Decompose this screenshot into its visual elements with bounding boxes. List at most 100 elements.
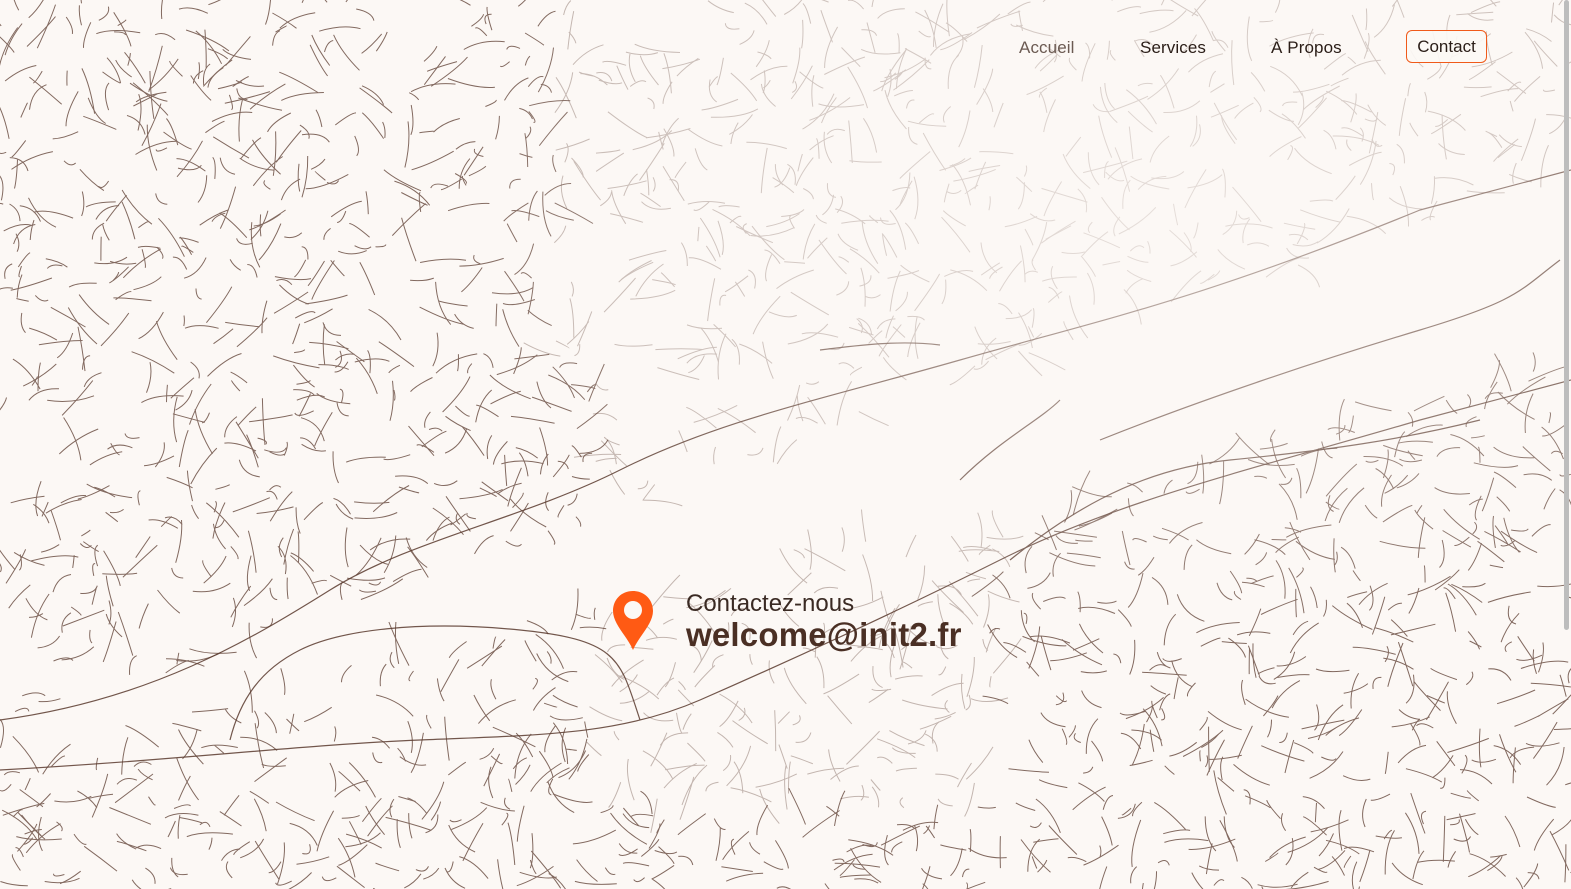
street-line <box>299 124 310 139</box>
contact-email-link[interactable]: welcome@init2.fr <box>686 616 962 654</box>
street-line <box>1490 360 1501 388</box>
street-line <box>0 175 4 201</box>
street-line <box>1154 801 1186 830</box>
street-line <box>1472 521 1478 535</box>
street-line <box>1176 594 1205 622</box>
street-line <box>983 594 990 628</box>
street-line <box>1099 86 1118 123</box>
street-line <box>593 607 596 620</box>
street-line <box>876 738 916 758</box>
street-line <box>432 332 439 367</box>
street-line <box>951 164 971 206</box>
street-line <box>457 354 459 372</box>
street-line <box>249 414 293 423</box>
street-line <box>1159 693 1171 711</box>
street-line <box>20 102 28 118</box>
street-line <box>410 104 414 135</box>
street-line <box>109 807 152 825</box>
street-line <box>1461 754 1468 774</box>
street-line <box>1372 676 1382 689</box>
street-line <box>404 121 410 168</box>
street-line <box>988 196 991 211</box>
scrollbar[interactable] <box>1564 0 1569 630</box>
street-line <box>1543 488 1556 510</box>
street-line <box>1097 600 1117 604</box>
street-line <box>527 76 544 88</box>
street-line <box>588 363 605 402</box>
street-line <box>878 324 902 357</box>
street-line <box>1208 70 1217 88</box>
street-line <box>1551 819 1571 836</box>
street-line <box>722 831 750 861</box>
street-line <box>141 395 184 404</box>
street-line <box>72 555 75 568</box>
street-line <box>652 878 666 889</box>
street-line <box>486 6 493 31</box>
street-line <box>1517 636 1535 662</box>
street-line <box>73 833 87 845</box>
street-line <box>78 5 82 26</box>
street-line <box>762 70 766 94</box>
street-line <box>1023 612 1028 625</box>
nav-link-services[interactable]: Services <box>1140 38 1206 58</box>
street-line <box>870 779 881 791</box>
street-line <box>1253 96 1262 113</box>
street-line <box>1222 210 1238 236</box>
street-line <box>178 430 189 468</box>
street-line <box>173 804 191 809</box>
street-line <box>1396 0 1405 18</box>
contact-button[interactable]: Contact <box>1406 30 1487 63</box>
street-line <box>1303 816 1327 836</box>
street-line <box>907 315 925 321</box>
street-line <box>1066 552 1101 559</box>
street-line <box>336 865 365 888</box>
street-line <box>1283 222 1316 230</box>
street-line <box>1127 498 1134 517</box>
street-line <box>41 544 60 553</box>
street-line <box>501 812 509 826</box>
street-line <box>408 813 413 839</box>
street-line <box>191 708 229 713</box>
street-line <box>848 0 864 10</box>
street-line <box>138 603 149 629</box>
street-line <box>1473 462 1519 468</box>
street-line <box>1369 585 1374 611</box>
street-line <box>646 169 650 196</box>
street-line <box>732 720 768 745</box>
street-line <box>199 209 229 226</box>
nav-link-accueil[interactable]: Accueil <box>1019 38 1075 58</box>
street-line <box>554 202 594 224</box>
nav-link-a-propos[interactable]: À Propos <box>1271 38 1342 58</box>
street-line <box>448 641 467 658</box>
street-line <box>231 380 241 392</box>
street-line <box>582 452 593 463</box>
street-line <box>341 814 360 819</box>
street-line <box>232 497 270 513</box>
street-line <box>942 106 952 123</box>
street-line <box>787 163 796 185</box>
street-line <box>579 439 609 454</box>
street-line <box>338 250 367 255</box>
street-line <box>1120 732 1142 750</box>
street-line <box>1122 179 1131 209</box>
street-line <box>1041 187 1088 203</box>
street-line <box>389 798 395 818</box>
street-line <box>1462 582 1486 588</box>
street-line <box>1278 483 1298 520</box>
street-line <box>869 215 879 224</box>
street-line <box>1404 812 1420 854</box>
street-line <box>1370 793 1391 801</box>
street-line <box>348 821 362 845</box>
street-line <box>795 732 812 743</box>
street-line <box>1407 411 1414 427</box>
street-line <box>1255 552 1268 566</box>
street-line <box>176 758 199 801</box>
street-line <box>207 353 242 377</box>
street-line <box>652 279 676 286</box>
street-line <box>1118 207 1157 235</box>
street-line <box>444 428 468 454</box>
street-line <box>1394 431 1406 458</box>
street-line <box>980 262 1001 276</box>
street-line <box>549 715 583 721</box>
street-line <box>415 866 429 872</box>
